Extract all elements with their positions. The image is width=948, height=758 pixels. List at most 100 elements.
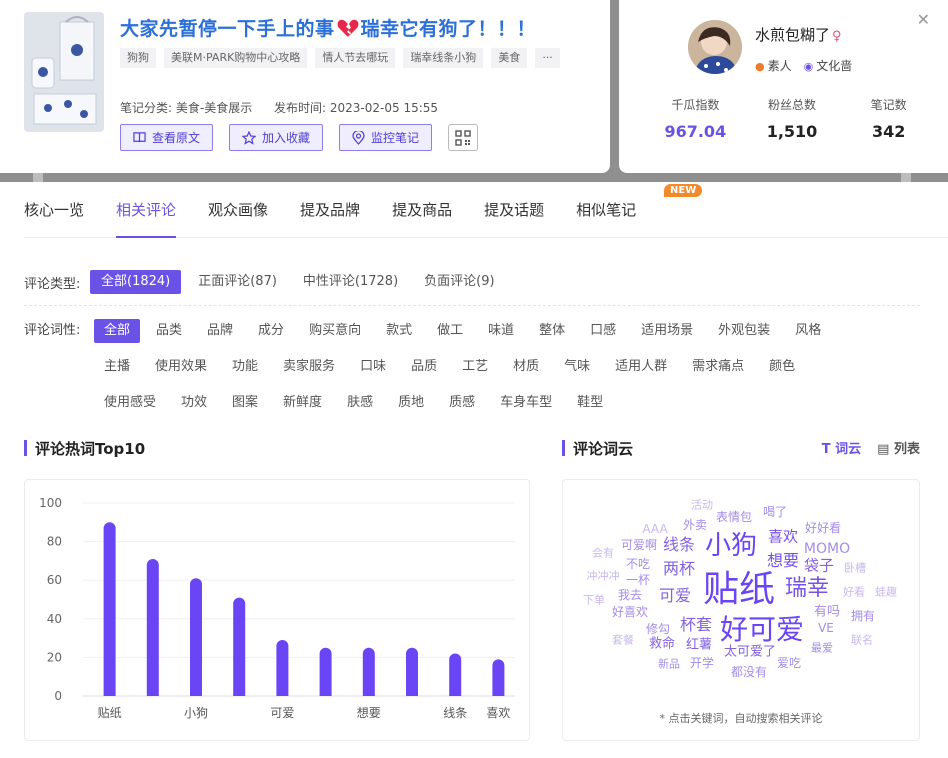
tab-products[interactable]: 提及商品 [392,182,452,238]
word-type-option[interactable]: 适用人群 [605,355,677,379]
bar[interactable] [492,659,505,696]
tab-comments[interactable]: 相关评论 [116,182,177,238]
word-type-option[interactable]: 品类 [146,319,192,343]
cloud-word[interactable]: 线条 [663,537,695,553]
cloud-word[interactable]: 喝了 [763,506,787,518]
note-tag[interactable]: 瑞幸线条小狗 [403,48,484,68]
word-type-all[interactable]: 全部 [94,319,141,343]
cloud-word[interactable]: 冲冲冲 [587,571,620,582]
word-type-option[interactable]: 品质 [401,355,447,379]
close-icon[interactable]: ✕ [917,10,930,29]
cloud-word[interactable]: 不吃 [626,558,650,570]
cloud-word[interactable]: 爱吃 [777,657,801,669]
add-favorite-button[interactable]: 加入收藏 [229,124,324,151]
comment-type-neutral[interactable]: 中性评论(1728) [292,270,409,294]
cloud-word[interactable]: 太可爱了 [724,646,776,659]
note-tag[interactable]: 情人节去哪玩 [315,48,396,68]
word-cloud-toggle[interactable]: T 词云 [822,438,861,457]
cloud-word[interactable]: 可爱啊 [621,539,657,551]
cloud-word[interactable]: 我去 [618,589,642,601]
word-type-option[interactable]: 车身车型 [490,391,562,415]
tab-topics[interactable]: 提及话题 [484,182,544,238]
cloud-word[interactable]: 套餐 [612,635,634,646]
word-type-option[interactable]: 味道 [478,319,524,343]
tab-audience[interactable]: 观众画像 [208,182,268,238]
word-type-option[interactable]: 口味 [350,355,396,379]
word-type-option[interactable]: 卖家服务 [273,355,345,379]
word-type-option[interactable]: 款式 [376,319,422,343]
cloud-word[interactable]: 救命 [649,638,675,651]
cloud-word[interactable]: 好喜欢 [612,606,648,618]
note-thumbnail[interactable] [24,12,104,132]
bar[interactable] [362,647,375,696]
cloud-word[interactable]: 瑞幸 [785,578,829,600]
cloud-word[interactable]: 开学 [690,657,714,669]
cloud-word[interactable]: 都没有 [731,666,767,678]
cloud-word[interactable]: 会有 [592,548,614,559]
cloud-word[interactable]: AAA [642,523,667,535]
word-type-option[interactable]: 外观包装 [708,319,780,343]
view-original-button[interactable]: 查看原文 [120,124,214,151]
cloud-word[interactable]: 卧槽 [844,563,866,574]
word-type-option[interactable]: 购买意向 [299,319,371,343]
word-type-option[interactable]: 材质 [503,355,549,379]
tab-overview[interactable]: 核心一览 [24,182,84,238]
word-type-option[interactable]: 主播 [94,355,140,379]
word-type-option[interactable]: 品牌 [197,319,243,343]
note-title[interactable]: 大家先暂停一下手上的事 瑞幸它有狗了！！！ [120,14,536,43]
word-type-option[interactable]: 质感 [439,391,485,415]
note-tag[interactable]: 美联M·PARK购物中心攻略 [164,48,308,68]
cloud-word[interactable]: MOMO [804,542,850,556]
word-type-option[interactable]: 使用感受 [94,391,166,415]
avatar[interactable] [688,20,742,74]
bar[interactable] [233,597,246,696]
cloud-word[interactable]: 好可爱 [720,616,804,644]
cloud-word[interactable]: 有吗 [814,606,840,619]
cloud-word[interactable]: 修勾 [646,623,670,635]
cloud-word[interactable]: 想要 [767,553,799,569]
cloud-word[interactable]: 喜欢 [768,529,798,545]
comment-type-positive[interactable]: 正面评论(87) [187,270,288,294]
word-type-option[interactable]: 需求痛点 [682,355,754,379]
word-type-option[interactable]: 使用效果 [145,355,217,379]
cloud-word[interactable]: 可爱 [659,588,691,604]
word-type-option[interactable]: 肤感 [337,391,383,415]
cloud-word[interactable]: 新品 [658,659,680,670]
bar[interactable] [103,522,116,696]
cloud-word[interactable]: 好看 [843,587,865,598]
bar[interactable] [406,647,418,696]
cloud-word[interactable]: 贴纸 [703,572,775,608]
cloud-word[interactable]: 外卖 [683,519,707,531]
bar[interactable] [146,558,159,696]
cloud-word[interactable]: 活动 [691,500,713,511]
word-type-option[interactable]: 质地 [388,391,434,415]
word-type-option[interactable]: 功能 [222,355,268,379]
comment-type-all[interactable]: 全部(1824) [90,270,182,294]
word-type-option[interactable]: 功效 [171,391,217,415]
note-tag[interactable]: 美食 [491,48,528,68]
list-toggle[interactable]: ▤ 列表 [877,438,920,457]
bar[interactable] [190,578,202,696]
more-tags[interactable]: ··· [535,48,560,68]
word-type-option[interactable]: 风格 [785,319,831,343]
word-type-option[interactable]: 新鲜度 [273,391,332,415]
tab-similar-notes[interactable]: 相似笔记 [576,182,636,238]
cloud-word[interactable]: 红薯 [686,639,712,652]
word-type-option[interactable]: 适用场景 [631,319,703,343]
word-type-option[interactable]: 整体 [529,319,575,343]
cloud-word[interactable]: 两杯 [663,561,695,577]
cloud-word[interactable]: 联名 [851,635,873,646]
bar[interactable] [449,653,462,696]
comment-type-negative[interactable]: 负面评论(9) [413,270,505,294]
tab-brands[interactable]: 提及品牌 [300,182,360,238]
cloud-word[interactable]: 下单 [583,595,605,606]
cloud-word[interactable]: 表情包 [716,511,752,523]
cloud-word[interactable]: 袋子 [804,558,834,574]
word-type-option[interactable]: 成分 [248,319,294,343]
bar[interactable] [276,640,289,696]
word-type-option[interactable]: 鞋型 [567,391,613,415]
cloud-word[interactable]: 一杯 [626,574,650,586]
word-type-option[interactable]: 口感 [580,319,626,343]
author-name[interactable]: 水煎包糊了 ♀ [755,24,842,45]
word-type-option[interactable]: 图案 [222,391,268,415]
